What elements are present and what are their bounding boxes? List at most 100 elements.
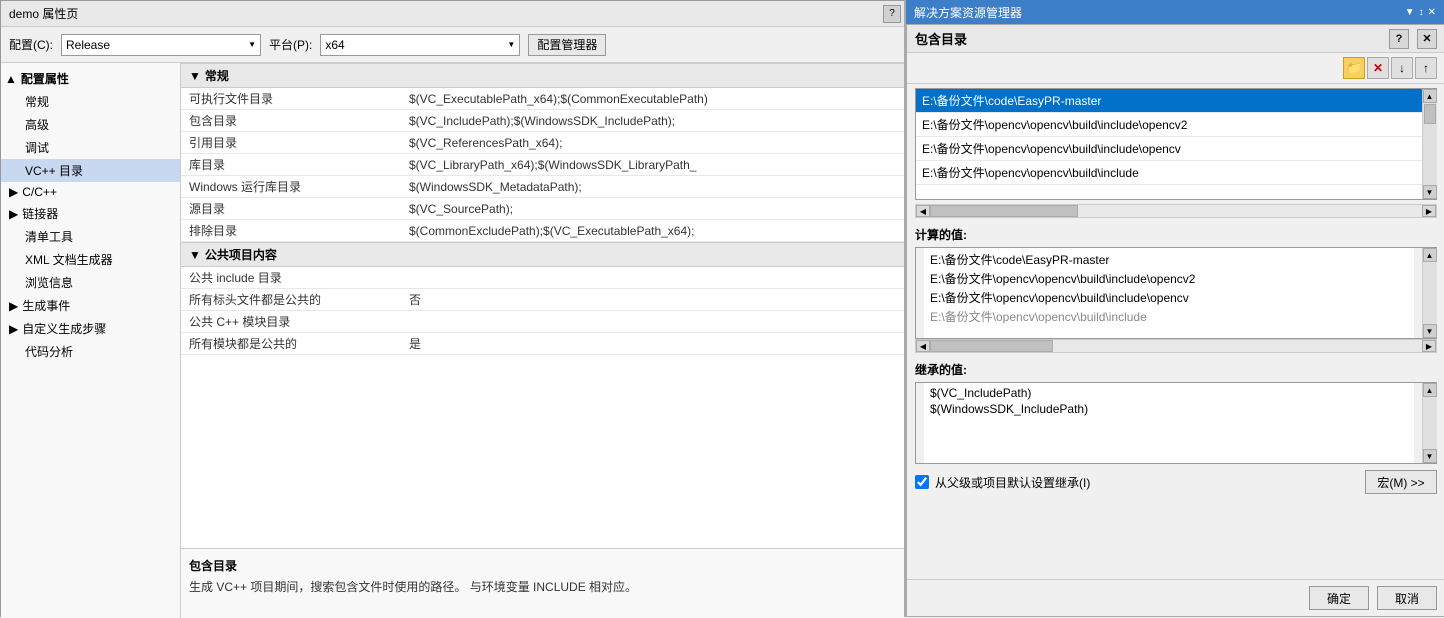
scroll-up-arrow[interactable]: ▲ bbox=[1423, 89, 1437, 103]
manager-button[interactable]: 配置管理器 bbox=[528, 34, 606, 56]
scroll-thumb[interactable] bbox=[1424, 104, 1436, 124]
dialog-title-btns: ? ✕ bbox=[1389, 29, 1437, 49]
side-title-icons: ▼ ↕ ✕ bbox=[1405, 7, 1436, 18]
pin-vertical-icon[interactable]: ↕ bbox=[1419, 7, 1424, 18]
inherited-scroll-down[interactable]: ▼ bbox=[1423, 449, 1437, 463]
prop-row-pub-include[interactable]: 公共 include 目录 bbox=[181, 267, 909, 289]
prop-name-exclude: 排除目录 bbox=[181, 220, 401, 241]
close-side-icon[interactable]: ✕ bbox=[1428, 7, 1436, 18]
config-arrow-icon: ▼ bbox=[248, 40, 256, 49]
sidebar-item-browse[interactable]: 浏览信息 bbox=[1, 271, 180, 294]
h-scroll-thumb[interactable] bbox=[930, 205, 1078, 217]
computed-line-2: E:\备份文件\opencv\opencv\build\include\open… bbox=[928, 288, 1410, 307]
dialog-close-btn[interactable]: ✕ bbox=[1417, 29, 1437, 49]
prop-row-include[interactable]: 包含目录 $(VC_IncludePath);$(WindowsSDK_Incl… bbox=[181, 110, 909, 132]
path-item-3[interactable]: E:\备份文件\opencv\opencv\build\include bbox=[916, 161, 1422, 185]
help-btn[interactable]: ? bbox=[883, 5, 901, 23]
sidebar-root[interactable]: ▲ 配置属性 bbox=[1, 67, 180, 90]
macro-button[interactable]: 宏(M) >> bbox=[1365, 470, 1437, 494]
prop-value-all-modules: 是 bbox=[401, 333, 909, 354]
prop-row-cpp-module[interactable]: 公共 C++ 模块目录 bbox=[181, 311, 909, 333]
platform-arrow-icon: ▼ bbox=[507, 40, 515, 49]
computed-scroll-track bbox=[1423, 262, 1437, 324]
include-dialog: 包含目录 ? ✕ 📁 ✕ ↓ ↑ E:\备份文件\code\EasyPR-mas… bbox=[906, 24, 1444, 617]
prop-row-all-headers[interactable]: 所有标头文件都是公共的 否 bbox=[181, 289, 909, 311]
title-buttons: ? bbox=[883, 5, 901, 23]
sidebar-item-debug[interactable]: 调试 bbox=[1, 136, 180, 159]
sidebar-item-vcpp[interactable]: VC++ 目录 bbox=[1, 159, 180, 182]
computed-scrollbar[interactable]: ▲ ▼ bbox=[1422, 248, 1436, 338]
inherited-scroll-up[interactable]: ▲ bbox=[1423, 383, 1437, 397]
desc-text: 生成 VC++ 项目期间，搜索包含文件时使用的路径。 与环境变量 INCLUDE… bbox=[189, 578, 901, 595]
prop-row-executable[interactable]: 可执行文件目录 $(VC_ExecutablePath_x64);$(Commo… bbox=[181, 88, 909, 110]
prop-name-pub-include: 公共 include 目录 bbox=[181, 267, 401, 288]
computed-scroll-up[interactable]: ▲ bbox=[1423, 248, 1437, 262]
prop-row-src[interactable]: 源目录 $(VC_SourcePath); bbox=[181, 198, 909, 220]
sidebar-item-general[interactable]: 常规 bbox=[1, 90, 180, 113]
sidebar-item-xml[interactable]: XML 文档生成器 bbox=[1, 248, 180, 271]
h-scroll-right[interactable]: ▶ bbox=[1422, 205, 1436, 217]
computed-h-scroll[interactable]: ◀ ▶ bbox=[915, 339, 1437, 353]
sidebar-item-code-analysis[interactable]: 代码分析 bbox=[1, 340, 180, 363]
computed-h-thumb[interactable] bbox=[930, 340, 1053, 352]
desc-title: 包含目录 bbox=[189, 557, 901, 574]
h-scroll-track bbox=[930, 205, 1422, 217]
path-item-2[interactable]: E:\备份文件\opencv\opencv\build\include\open… bbox=[916, 137, 1422, 161]
dialog-buttons: 确定 取消 bbox=[907, 579, 1444, 616]
prop-name-winrt: Windows 运行库目录 bbox=[181, 176, 401, 197]
inherit-checkbox-label: 从父级或项目默认设置继承(I) bbox=[935, 474, 1090, 491]
sidebar-root-label: 配置属性 bbox=[21, 70, 69, 87]
prop-row-winrt[interactable]: Windows 运行库目录 $(WindowsSDK_MetadataPath)… bbox=[181, 176, 909, 198]
sidebar-item-custom-build[interactable]: ▶ 自定义生成步骤 bbox=[1, 317, 180, 340]
sidebar-item-manifest[interactable]: 清单工具 bbox=[1, 225, 180, 248]
sidebar-item-cpp[interactable]: ▶ C/C++ bbox=[1, 182, 180, 202]
config-select[interactable]: Release ▼ bbox=[61, 34, 261, 56]
description-area: 包含目录 生成 VC++ 项目期间，搜索包含文件时使用的路径。 与环境变量 IN… bbox=[181, 548, 909, 618]
public-expand-icon: ▼ bbox=[189, 248, 201, 262]
sidebar-item-build-events[interactable]: ▶ 生成事件 bbox=[1, 294, 180, 317]
computed-h-right[interactable]: ▶ bbox=[1422, 340, 1436, 352]
prop-row-exclude[interactable]: 排除目录 $(CommonExcludePath);$(VC_Executabl… bbox=[181, 220, 909, 242]
main-title: demo 属性页 bbox=[9, 5, 78, 22]
scroll-down-arrow[interactable]: ▼ bbox=[1423, 185, 1437, 199]
prop-row-lib[interactable]: 库目录 $(VC_LibraryPath_x64);$(WindowsSDK_L… bbox=[181, 154, 909, 176]
prop-row-all-modules[interactable]: 所有模块都是公共的 是 bbox=[181, 333, 909, 355]
root-expand-icon: ▲ bbox=[5, 72, 17, 86]
prop-name-all-headers: 所有标头文件都是公共的 bbox=[181, 289, 401, 310]
build-events-expand-icon: ▶ bbox=[9, 299, 18, 313]
dialog-toolbar: 📁 ✕ ↓ ↑ bbox=[907, 53, 1444, 84]
prop-name-include: 包含目录 bbox=[181, 110, 401, 131]
prop-value-winrt: $(WindowsSDK_MetadataPath); bbox=[401, 178, 909, 196]
property-panel: ▼ 常规 可执行文件目录 $(VC_ExecutablePath_x64);$(… bbox=[181, 63, 909, 548]
cancel-button[interactable]: 取消 bbox=[1377, 586, 1437, 610]
inherited-area: $(VC_IncludePath) $(WindowsSDK_IncludePa… bbox=[924, 383, 1414, 463]
prop-name-src: 源目录 bbox=[181, 198, 401, 219]
path-item-1[interactable]: E:\备份文件\opencv\opencv\build\include\open… bbox=[916, 113, 1422, 137]
inherited-container: $(VC_IncludePath) $(WindowsSDK_IncludePa… bbox=[915, 382, 1437, 464]
path-list-scrollbar[interactable]: ▲ ▼ bbox=[1422, 89, 1436, 199]
prop-value-ref: $(VC_ReferencesPath_x64); bbox=[401, 134, 909, 152]
linker-expand-icon: ▶ bbox=[9, 207, 18, 221]
ok-button[interactable]: 确定 bbox=[1309, 586, 1369, 610]
computed-h-left[interactable]: ◀ bbox=[916, 340, 930, 352]
prop-row-ref[interactable]: 引用目录 $(VC_ReferencesPath_x64); bbox=[181, 132, 909, 154]
sidebar-item-linker[interactable]: ▶ 链接器 bbox=[1, 202, 180, 225]
delete-btn[interactable]: ✕ bbox=[1367, 57, 1389, 79]
platform-select[interactable]: x64 ▼ bbox=[320, 34, 520, 56]
path-item-0[interactable]: E:\备份文件\code\EasyPR-master bbox=[916, 89, 1422, 113]
move-up-btn[interactable]: ↑ bbox=[1415, 57, 1437, 79]
inherited-scrollbar[interactable]: ▲ ▼ bbox=[1422, 383, 1436, 463]
computed-line-1: E:\备份文件\opencv\opencv\build\include\open… bbox=[928, 269, 1410, 288]
move-down-btn[interactable]: ↓ bbox=[1391, 57, 1413, 79]
general-section-header: ▼ 常规 bbox=[181, 63, 909, 88]
h-scroll-left[interactable]: ◀ bbox=[916, 205, 930, 217]
prop-value-pub-include bbox=[401, 276, 909, 280]
dialog-help-btn[interactable]: ? bbox=[1389, 29, 1409, 49]
h-scroll-row[interactable]: ◀ ▶ bbox=[915, 204, 1437, 218]
inherit-checkbox[interactable] bbox=[915, 475, 929, 489]
content-area: ▲ 配置属性 常规 高级 调试 VC++ 目录 ▶ C/C++ ▶ 链接器 清单… bbox=[1, 63, 909, 618]
computed-scroll-down[interactable]: ▼ bbox=[1423, 324, 1437, 338]
sidebar-item-advanced[interactable]: 高级 bbox=[1, 113, 180, 136]
pin-icon[interactable]: ▼ bbox=[1405, 7, 1415, 18]
new-folder-btn[interactable]: 📁 bbox=[1343, 57, 1365, 79]
